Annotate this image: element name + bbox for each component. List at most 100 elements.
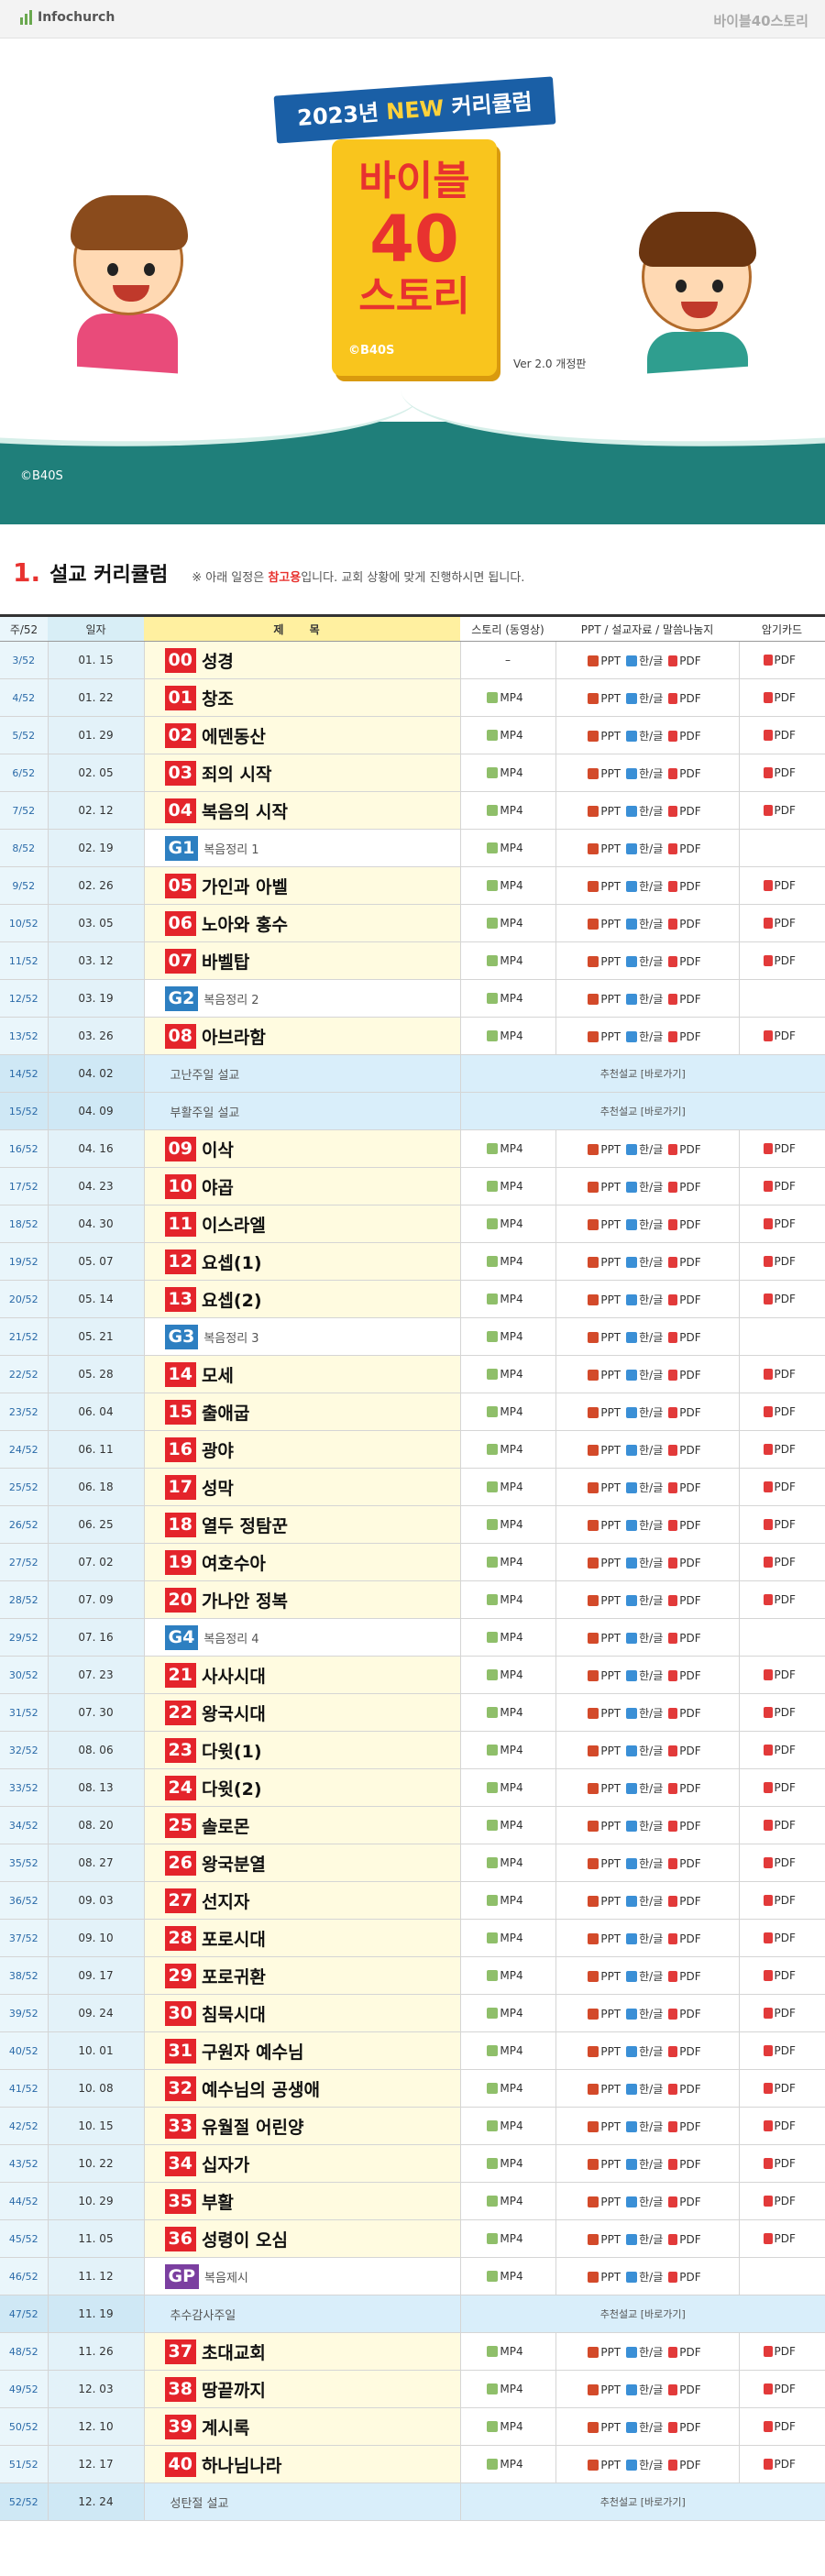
card-pdf-link[interactable]: PDF [763,1518,796,1531]
card-pdf-link[interactable]: PDF [763,1744,796,1756]
hwp-link[interactable]: 한/글 [626,655,663,667]
title-cell[interactable]: 05 가인과 아벨 [144,866,461,905]
pdf-link[interactable]: PDF [668,1820,701,1833]
ppt-link[interactable]: PPT [588,2083,621,2096]
title-cell[interactable]: 35 부활 [144,2182,461,2220]
card-pdf-link[interactable]: PDF [763,1969,796,1982]
ppt-link[interactable]: PPT [588,880,621,893]
card-pdf-link[interactable]: PDF [763,1556,796,1569]
title-cell[interactable]: 32 예수님의 공생애 [144,2069,461,2108]
ppt-link[interactable]: PPT [588,2196,621,2208]
pdf-link[interactable]: PDF [668,2196,701,2208]
pdf-link[interactable]: PDF [668,692,701,705]
ppt-link[interactable]: PPT [588,805,621,818]
pdf-link[interactable]: PDF [668,767,701,780]
ppt-link[interactable]: PPT [588,1218,621,1231]
title-cell[interactable]: 24 다윗(2) [144,1768,461,1807]
card-pdf-link[interactable]: PDF [763,1180,796,1193]
hwp-link[interactable]: 한/글 [626,1256,663,1269]
title-cell[interactable]: 14 모세 [144,1355,461,1393]
title-cell[interactable]: G2 복음정리 2 [144,979,461,1018]
hwp-link[interactable]: 한/글 [626,1444,663,1457]
mp4-link[interactable]: MP4 [487,2345,523,2358]
mp4-link[interactable]: MP4 [487,1368,523,1381]
ppt-link[interactable]: PPT [588,2233,621,2246]
ppt-link[interactable]: PPT [588,993,621,1006]
mp4-link[interactable]: MP4 [487,2458,523,2471]
card-pdf-link[interactable]: PDF [763,654,796,666]
mp4-link[interactable]: MP4 [487,2119,523,2132]
pdf-link[interactable]: PDF [668,1857,701,1870]
hwp-link[interactable]: 한/글 [626,805,663,818]
ppt-link[interactable]: PPT [588,1481,621,1494]
hwp-link[interactable]: 한/글 [626,1030,663,1043]
pdf-link[interactable]: PDF [668,842,701,855]
ppt-link[interactable]: PPT [588,1256,621,1269]
mp4-link[interactable]: MP4 [487,879,523,892]
mp4-link[interactable]: MP4 [487,1405,523,1418]
mp4-link[interactable]: MP4 [487,2195,523,2207]
card-pdf-link[interactable]: PDF [763,1706,796,1719]
title-cell[interactable]: 29 포로귀환 [144,1956,461,1995]
title-cell[interactable]: G4 복음정리 4 [144,1618,461,1657]
hwp-link[interactable]: 한/글 [626,1857,663,1870]
hwp-link[interactable]: 한/글 [626,1181,663,1194]
hwp-link[interactable]: 한/글 [626,1632,663,1645]
pdf-link[interactable]: PDF [668,2459,701,2471]
card-pdf-link[interactable]: PDF [763,2007,796,2020]
card-pdf-link[interactable]: PDF [763,691,796,704]
card-pdf-link[interactable]: PDF [763,1894,796,1907]
title-cell[interactable]: 39 계시록 [144,2407,461,2446]
card-pdf-link[interactable]: PDF [763,1593,796,1606]
pdf-link[interactable]: PDF [668,918,701,930]
mp4-link[interactable]: MP4 [487,2044,523,2057]
mp4-link[interactable]: MP4 [487,1556,523,1569]
pdf-link[interactable]: PDF [668,1707,701,1720]
hwp-link[interactable]: 한/글 [626,2383,663,2396]
title-cell[interactable]: 28 포로시대 [144,1919,461,1957]
ppt-link[interactable]: PPT [588,2346,621,2359]
title-cell[interactable]: 34 십자가 [144,2144,461,2183]
hwp-link[interactable]: 한/글 [626,1369,663,1382]
hwp-link[interactable]: 한/글 [626,1143,663,1156]
mp4-link[interactable]: MP4 [487,1781,523,1794]
hwp-link[interactable]: 한/글 [626,1406,663,1419]
pdf-link[interactable]: PDF [668,2158,701,2171]
hwp-link[interactable]: 한/글 [626,692,663,705]
card-pdf-link[interactable]: PDF [763,1255,796,1268]
hwp-link[interactable]: 한/글 [626,918,663,930]
title-cell[interactable]: 09 이삭 [144,1129,461,1168]
ppt-link[interactable]: PPT [588,2383,621,2396]
ppt-link[interactable]: PPT [588,730,621,743]
hwp-link[interactable]: 한/글 [626,2045,663,2058]
hwp-link[interactable]: 한/글 [626,842,663,855]
title-cell[interactable]: 17 성막 [144,1468,461,1506]
card-pdf-link[interactable]: PDF [763,1293,796,1305]
title-cell[interactable]: 40 하나님나라 [144,2445,461,2483]
title-cell[interactable]: 20 가나안 정복 [144,1580,461,1619]
card-pdf-link[interactable]: PDF [763,1217,796,1230]
title-cell[interactable]: 22 왕국시대 [144,1693,461,1732]
hwp-link[interactable]: 한/글 [626,955,663,968]
mp4-link[interactable]: MP4 [487,2270,523,2283]
mp4-link[interactable]: MP4 [487,2082,523,2095]
hwp-link[interactable]: 한/글 [626,1481,663,1494]
card-pdf-link[interactable]: PDF [763,1443,796,1456]
recommend-link[interactable]: 추천설교 [바로가기] [460,1054,825,1093]
title-cell[interactable]: 16 광야 [144,1430,461,1469]
ppt-link[interactable]: PPT [588,2459,621,2471]
pdf-link[interactable]: PDF [668,1669,701,1682]
mp4-link[interactable]: MP4 [487,766,523,779]
recommend-link[interactable]: 추천설교 [바로가기] [460,2295,825,2333]
pdf-link[interactable]: PDF [668,1895,701,1908]
title-cell[interactable]: 30 침묵시대 [144,1994,461,2032]
pdf-link[interactable]: PDF [668,2008,701,2020]
card-pdf-link[interactable]: PDF [763,879,796,892]
ppt-link[interactable]: PPT [588,1820,621,1833]
hwp-link[interactable]: 한/글 [626,2459,663,2471]
ppt-link[interactable]: PPT [588,1594,621,1607]
title-cell[interactable]: GP 복음제시 [144,2257,461,2295]
mp4-link[interactable]: MP4 [487,1142,523,1155]
card-pdf-link[interactable]: PDF [763,2232,796,2245]
ppt-link[interactable]: PPT [588,2158,621,2171]
